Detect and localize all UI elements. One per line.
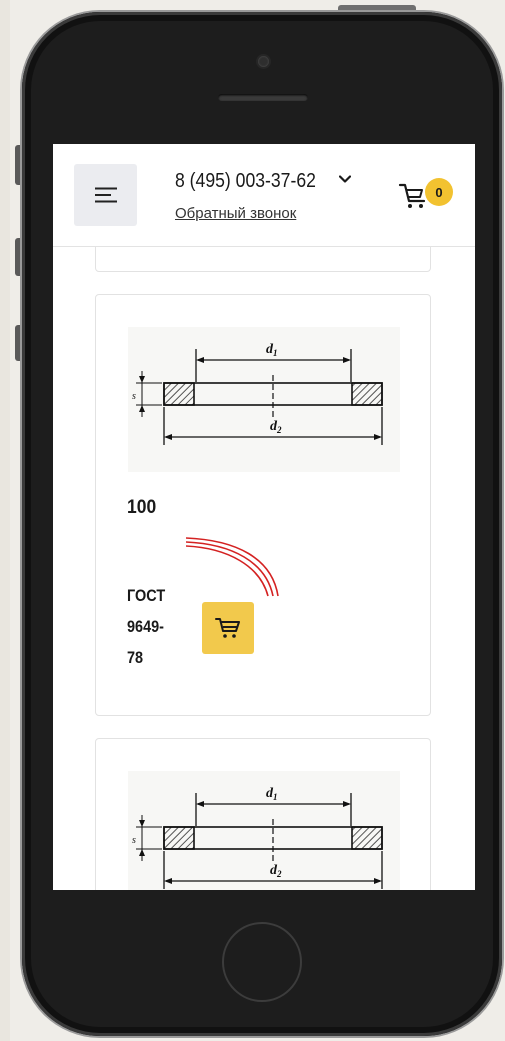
chevron-down-icon[interactable] [339, 175, 351, 184]
product-name[interactable]: ГОСТ 9649-78 [127, 580, 178, 673]
page-edge [0, 0, 10, 1041]
svg-text:s: s [132, 835, 136, 846]
product-drawing: d1 s d2 [128, 771, 400, 890]
earpiece-speaker [218, 94, 308, 101]
home-button[interactable] [222, 922, 302, 1002]
red-swoosh-decoration [186, 537, 279, 597]
product-list: d1 s d2 100 ГОСТ 9649-78 d1 s d2 [53, 144, 475, 890]
product-price: 100 [127, 497, 157, 518]
washer-drawing-svg: d1 s d2 [132, 786, 383, 889]
washer-drawing-svg: d1 s d2 [132, 342, 383, 445]
callback-link[interactable]: Обратный звонок [175, 205, 296, 222]
svg-text:d1: d1 [266, 786, 278, 802]
product-card: d1 s d2 [95, 294, 431, 716]
cart-icon [215, 618, 240, 638]
phone-number[interactable]: 8 (495) 003-37-62 [175, 170, 316, 193]
svg-text:d1: d1 [266, 342, 278, 358]
header-cart-button[interactable]: 0 [398, 178, 458, 214]
add-to-cart-button[interactable] [202, 602, 254, 654]
front-camera [258, 56, 269, 67]
phone-screen: d1 s d2 100 ГОСТ 9649-78 d1 s d2 8 (495)… [53, 144, 475, 890]
svg-text:s: s [132, 391, 136, 402]
menu-button[interactable] [74, 164, 137, 226]
svg-text:d2: d2 [270, 863, 282, 879]
hamburger-icon [94, 187, 117, 203]
cart-count-badge: 0 [425, 178, 453, 206]
product-card: d1 s d2 [95, 738, 431, 890]
product-drawing: d1 s d2 [128, 327, 400, 472]
site-header: 8 (495) 003-37-62 Обратный звонок 0 [53, 144, 475, 247]
svg-text:d2: d2 [270, 419, 282, 435]
